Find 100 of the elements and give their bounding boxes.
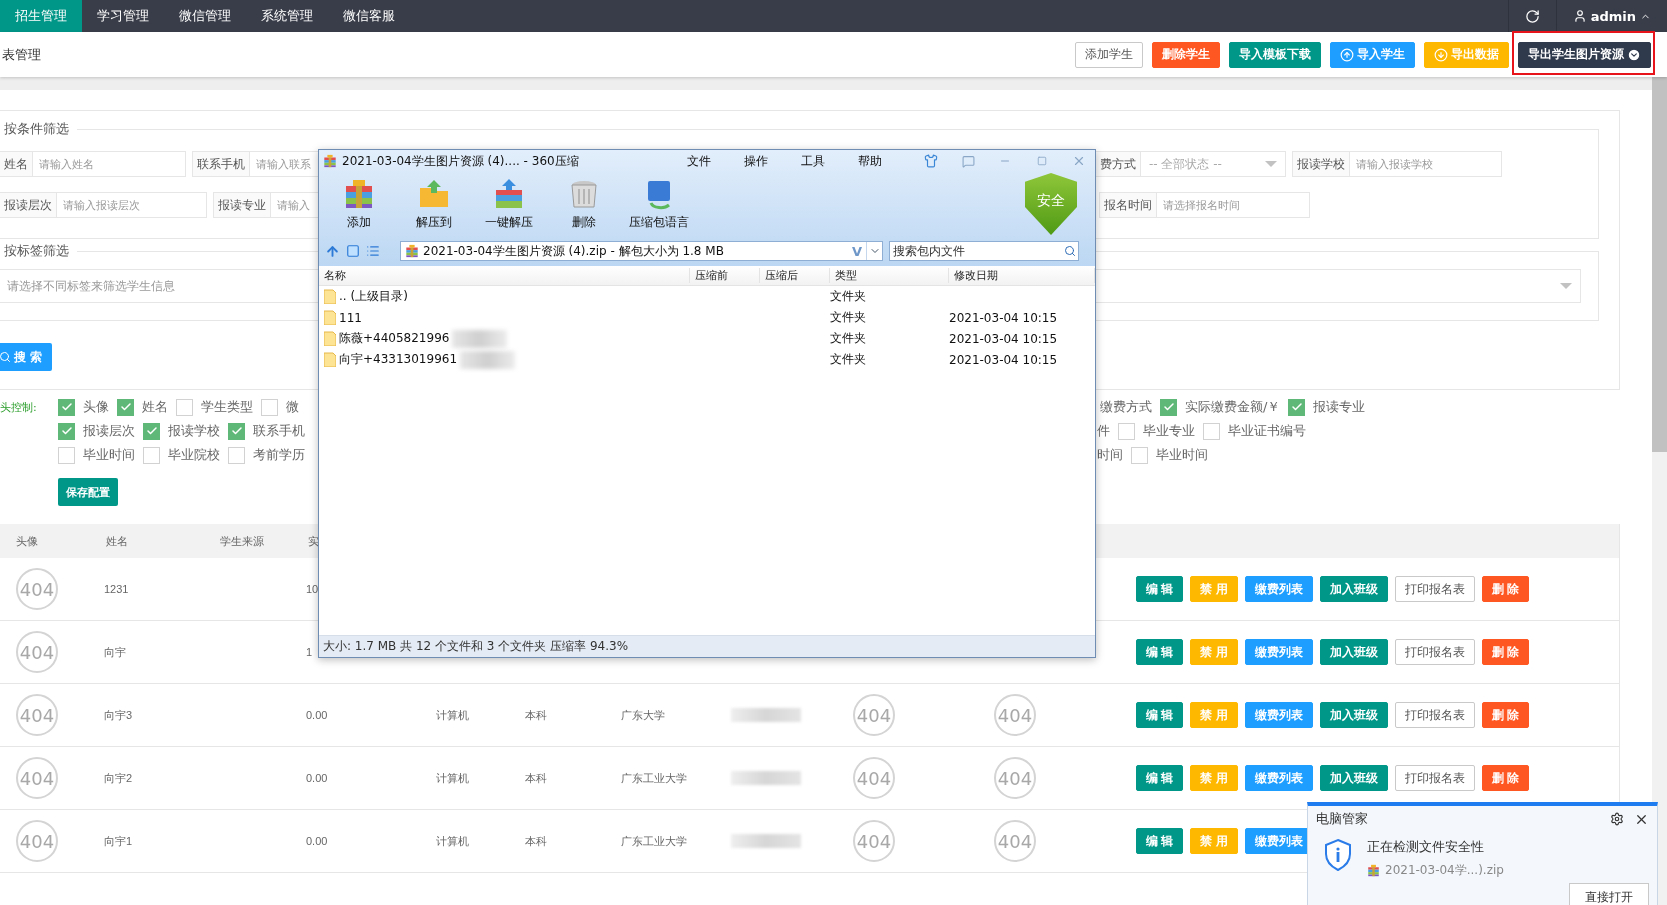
page-title: 表管理	[2, 45, 41, 64]
checkbox-label: 毕业证书编号	[1228, 422, 1306, 440]
row-action-button[interactable]: 打印报名表	[1394, 576, 1475, 602]
column-header: 姓名	[106, 533, 128, 549]
avatar-404: 404	[853, 820, 895, 862]
file-name[interactable]: 向宇+43313019961	[339, 351, 458, 368]
row-action-button[interactable]: 编 辑	[1136, 576, 1184, 602]
table-cell: 广东工业大学	[621, 770, 687, 786]
field-label: 费方式	[1095, 151, 1141, 177]
column-header[interactable]: 类型	[830, 268, 949, 283]
row-action-button[interactable]: 打印报名表	[1394, 765, 1475, 791]
input-field[interactable]: 请输入报读层次	[57, 192, 207, 218]
toolbar-button[interactable]: 添加学生	[1075, 41, 1143, 68]
avatar-404: 404	[994, 820, 1036, 862]
file-date: 2021-03-04 10:15	[949, 352, 1059, 367]
file-type: 文件夹	[830, 330, 867, 347]
file-type: 文件夹	[830, 309, 867, 326]
table-cell: 向宇1	[104, 833, 133, 849]
table-cell: 计算机	[436, 770, 469, 786]
field-label: 姓名	[0, 151, 33, 177]
avatar-404: 404	[16, 694, 58, 736]
row-action-button[interactable]: 编 辑	[1136, 828, 1184, 854]
file-name[interactable]: 陈薇+4405821996	[339, 330, 450, 347]
user-name[interactable]: admin	[1590, 8, 1636, 24]
open-button[interactable]: 直接打开	[1569, 883, 1649, 905]
table-cell: 计算机	[436, 707, 469, 723]
checkbox-label: 学生类型	[201, 398, 253, 416]
avatar-404: 404	[853, 757, 895, 799]
nav-tab[interactable]: 招生管理	[0, 0, 82, 32]
checkbox-label: 微	[286, 398, 299, 416]
avatar-404: 404	[994, 757, 1036, 799]
section-legend: 按标签筛选	[0, 241, 77, 261]
tool-button[interactable]: 解压到	[396, 178, 471, 231]
nav-tab[interactable]: 微信客服	[328, 0, 410, 32]
file-name[interactable]: .. (上级目录)	[339, 288, 408, 305]
section-legend: 按条件筛选	[0, 119, 77, 139]
path-field[interactable]: 2021-03-04学生图片资源 (4).zip - 解包大小为 1.8 MB V	[400, 241, 883, 261]
table-cell: 0.00	[306, 772, 328, 784]
tool-button[interactable]: 压缩包语言	[621, 178, 696, 231]
menu-item[interactable]: 操作	[744, 152, 796, 170]
notification-title: 电脑管家	[1316, 810, 1369, 828]
column-header[interactable]: 修改日期	[949, 268, 1095, 283]
security-badge: 安全	[1025, 173, 1077, 235]
checkbox-label: 毕业专业	[1143, 422, 1195, 440]
checkbox-label: 件	[1097, 422, 1110, 440]
row-action-button[interactable]: 打印报名表	[1394, 702, 1475, 728]
table-cell: 本科	[525, 707, 547, 723]
table-cell: 向宇2	[104, 770, 133, 786]
column-control-label: 头控制:	[0, 399, 38, 415]
status-text: 大小: 1.7 MB 共 12 个文件和 3 个文件夹 压缩率 94.3%	[323, 638, 629, 655]
menu-item[interactable]: 帮助	[858, 152, 910, 170]
column-header: 学生来源	[220, 533, 264, 549]
avatar-404: 404	[16, 631, 58, 673]
table-cell: 10	[306, 583, 319, 595]
toolbar-button[interactable]: 导入模板下载	[1229, 41, 1321, 68]
row-action-button[interactable]: 编 辑	[1136, 639, 1184, 665]
file-date: 2021-03-04 10:15	[949, 331, 1059, 346]
avatar-404: 404	[853, 694, 895, 736]
table-cell: 本科	[525, 770, 547, 786]
input-field[interactable]: 请输入姓名	[33, 151, 186, 177]
field-label: 报读层次	[0, 192, 57, 218]
table-cell: 1	[306, 646, 313, 658]
tool-button[interactable]: 添加	[321, 178, 396, 231]
file-name[interactable]: 111	[339, 310, 362, 325]
nav-tab[interactable]: 微信管理	[164, 0, 246, 32]
input-field[interactable]: 请输入报读学校	[1350, 151, 1502, 177]
column-header[interactable]: 压缩后	[760, 268, 830, 283]
avatar-404: 404	[994, 694, 1036, 736]
checkbox-label: 姓名	[142, 398, 168, 416]
checkbox-label: 毕业时间	[1156, 446, 1208, 464]
avatar-404: 404	[16, 757, 58, 799]
nav-tab[interactable]: 系统管理	[246, 0, 328, 32]
row-action-button[interactable]: 加入班级	[1319, 639, 1388, 665]
row-action-button[interactable]: 打印报名表	[1394, 639, 1475, 665]
menu-item[interactable]: 工具	[801, 152, 853, 170]
checkbox-label: 联系手机	[253, 422, 305, 440]
avatar-404: 404	[16, 568, 58, 610]
column-header[interactable]: 压缩前	[690, 268, 760, 283]
input-field[interactable]: 请选择报名时间	[1157, 192, 1310, 218]
menu-item[interactable]: 文件	[687, 152, 739, 170]
row-action-button[interactable]: 加入班级	[1319, 765, 1388, 791]
row-action-button[interactable]: 加入班级	[1319, 576, 1388, 602]
checkbox-label: 毕业院校	[168, 446, 220, 464]
column-header[interactable]: 名称	[319, 268, 690, 283]
field-label: 报名时间	[1099, 192, 1157, 218]
toolbar-button[interactable]: 导出学生图片资源	[1518, 41, 1651, 68]
tool-button[interactable]: 删除	[546, 178, 621, 231]
field-label: 报读专业	[213, 192, 271, 218]
tool-button[interactable]: 一键解压	[471, 178, 546, 231]
table-cell: 本科	[525, 833, 547, 849]
nav-tab[interactable]: 学习管理	[82, 0, 164, 32]
row-action-button[interactable]: 编 辑	[1136, 765, 1184, 791]
checkbox-label: 缴费方式	[1100, 398, 1152, 416]
verify-mark: V	[851, 243, 862, 259]
table-cell: 向宇	[104, 644, 126, 660]
save-config-button[interactable]: 保存配置	[58, 478, 118, 506]
row-action-button[interactable]: 加入班级	[1319, 702, 1388, 728]
table-cell: 广东大学	[621, 707, 665, 723]
row-action-button[interactable]: 编 辑	[1136, 702, 1184, 728]
checkbox-label: 时间	[1097, 446, 1123, 464]
